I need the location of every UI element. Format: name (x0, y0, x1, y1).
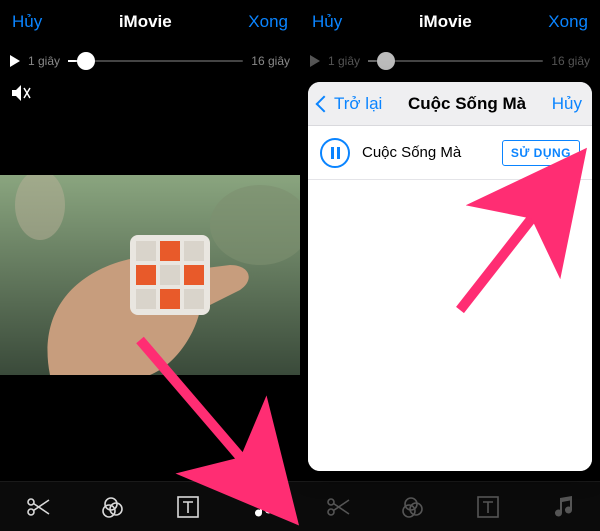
toolbar (300, 481, 600, 531)
text-icon[interactable] (471, 490, 505, 524)
time-start: 1 giây (28, 54, 60, 68)
mute-icon[interactable] (0, 78, 44, 108)
playback-bar: 1 giây 16 giây (300, 44, 600, 78)
time-end: 16 giây (551, 54, 590, 68)
music-icon[interactable] (246, 490, 280, 524)
screen-left: Hủy iMovie Xong 1 giây 16 giây (0, 0, 300, 531)
text-icon[interactable] (171, 490, 205, 524)
scrub-knob[interactable] (77, 52, 95, 70)
done-button[interactable]: Xong (248, 12, 288, 32)
track-list: Cuộc Sống Mà SỬ DỤNG (308, 126, 592, 471)
use-button[interactable]: SỬ DỤNG (502, 140, 580, 166)
app-title: iMovie (419, 12, 472, 32)
navbar: Hủy iMovie Xong (0, 0, 300, 44)
preview-image (0, 175, 300, 375)
play-button[interactable] (310, 55, 320, 67)
time-end: 16 giây (251, 54, 290, 68)
done-button[interactable]: Xong (548, 12, 588, 32)
toolbar (0, 481, 300, 531)
chevron-left-icon (316, 95, 333, 112)
music-picker-popup: Trở lại Cuộc Sống Mà Hủy Cuộc Sống Mà SỬ… (308, 82, 592, 471)
filters-icon[interactable] (96, 490, 130, 524)
timeline[interactable] (0, 431, 300, 481)
track-row[interactable]: Cuộc Sống Mà SỬ DỤNG (308, 126, 592, 180)
pause-icon[interactable] (320, 138, 350, 168)
back-button[interactable]: Trở lại (318, 94, 382, 114)
scrub-slider[interactable] (368, 60, 543, 62)
scissors-icon[interactable] (21, 490, 55, 524)
scrub-knob[interactable] (377, 52, 395, 70)
play-button[interactable] (10, 55, 20, 67)
cancel-button[interactable]: Hủy (12, 12, 42, 32)
track-name: Cuộc Sống Mà (362, 144, 490, 161)
popup-cancel-button[interactable]: Hủy (552, 94, 582, 114)
cancel-button[interactable]: Hủy (312, 12, 342, 32)
back-label: Trở lại (334, 94, 382, 114)
popup-title: Cuộc Sống Mà (388, 94, 545, 114)
playback-bar: 1 giây 16 giây (0, 44, 300, 78)
screen-right: Hủy iMovie Xong 1 giây 16 giây (300, 0, 600, 531)
navbar: Hủy iMovie Xong (300, 0, 600, 44)
scrub-slider[interactable] (68, 60, 243, 62)
app-title: iMovie (119, 12, 172, 32)
filters-icon[interactable] (396, 490, 430, 524)
preview-area (0, 113, 300, 463)
scissors-icon[interactable] (321, 490, 355, 524)
popup-navbar: Trở lại Cuộc Sống Mà Hủy (308, 82, 592, 126)
time-start: 1 giây (328, 54, 360, 68)
music-icon[interactable] (546, 490, 580, 524)
